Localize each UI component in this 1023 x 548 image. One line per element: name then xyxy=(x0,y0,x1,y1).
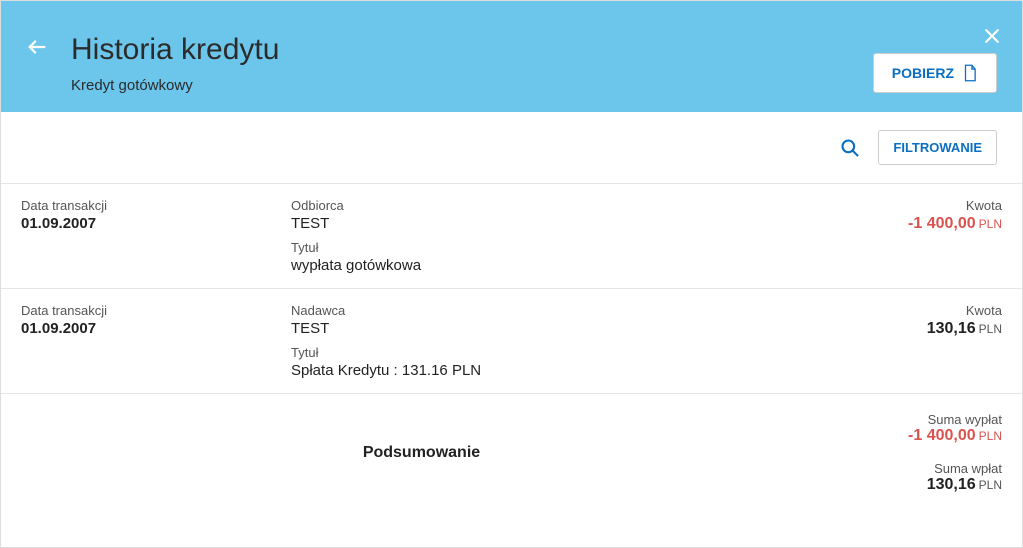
party-label: Nadawca xyxy=(291,303,822,318)
summary-row: Podsumowanie Suma wypłat -1 400,00PLN Su… xyxy=(1,393,1022,508)
document-icon xyxy=(962,64,978,82)
close-icon[interactable] xyxy=(982,26,1002,46)
table-row[interactable]: Data transakcji 01.09.2007 Nadawca TEST … xyxy=(1,288,1022,393)
filter-button[interactable]: FILTROWANIE xyxy=(878,130,997,165)
date-value: 01.09.2007 xyxy=(21,320,291,337)
amount-value: 130,16 xyxy=(927,320,976,337)
back-arrow-icon[interactable] xyxy=(26,36,48,58)
col-date: Data transakcji 01.09.2007 xyxy=(21,303,291,379)
subject-value: wypłata gotówkowa xyxy=(291,257,822,274)
amount-currency: PLN xyxy=(979,322,1002,336)
table-row[interactable]: Data transakcji 01.09.2007 Odbiorca TEST… xyxy=(1,183,1022,288)
page-subtitle: Kredyt gotówkowy xyxy=(71,77,992,94)
amount-value: -1 400,00 xyxy=(908,215,976,232)
page-title: Historia kredytu xyxy=(71,33,992,67)
date-label: Data transakcji xyxy=(21,303,291,318)
toolbar: FILTROWANIE xyxy=(1,112,1022,183)
subject-value: Spłata Kredytu : 131.16 PLN xyxy=(291,362,822,379)
col-details: Nadawca TEST Tytuł Spłata Kredytu : 131.… xyxy=(291,303,822,379)
party-value: TEST xyxy=(291,215,822,232)
col-amount: Kwota -1 400,00PLN xyxy=(822,198,1002,274)
subject-label: Tytuł xyxy=(291,345,822,360)
search-icon[interactable] xyxy=(840,138,860,158)
amount-currency: PLN xyxy=(979,217,1002,231)
date-value: 01.09.2007 xyxy=(21,215,291,232)
date-label: Data transakcji xyxy=(21,198,291,213)
summary-title: Podsumowanie xyxy=(21,444,822,462)
sum-deposits-currency: PLN xyxy=(979,478,1002,492)
download-button[interactable]: POBIERZ xyxy=(873,53,997,93)
sum-payouts-label: Suma wypłat xyxy=(822,412,1002,427)
col-details: Odbiorca TEST Tytuł wypłata gotówkowa xyxy=(291,198,822,274)
sum-deposits-label: Suma wpłat xyxy=(822,461,1002,476)
sum-payouts-currency: PLN xyxy=(979,429,1002,443)
amount-label: Kwota xyxy=(822,303,1002,318)
party-value: TEST xyxy=(291,320,822,337)
download-button-label: POBIERZ xyxy=(892,65,954,81)
col-amount: Kwota 130,16PLN xyxy=(822,303,1002,379)
amount-label: Kwota xyxy=(822,198,1002,213)
header-bar: Historia kredytu Kredyt gotówkowy POBIER… xyxy=(1,1,1022,112)
summary-values: Suma wypłat -1 400,00PLN Suma wpłat 130,… xyxy=(822,412,1002,494)
sum-payouts-value: -1 400,00 xyxy=(908,427,976,444)
subject-label: Tytuł xyxy=(291,240,822,255)
sum-deposits-value: 130,16 xyxy=(927,476,976,493)
col-date: Data transakcji 01.09.2007 xyxy=(21,198,291,274)
party-label: Odbiorca xyxy=(291,198,822,213)
page-container: Historia kredytu Kredyt gotówkowy POBIER… xyxy=(0,0,1023,548)
